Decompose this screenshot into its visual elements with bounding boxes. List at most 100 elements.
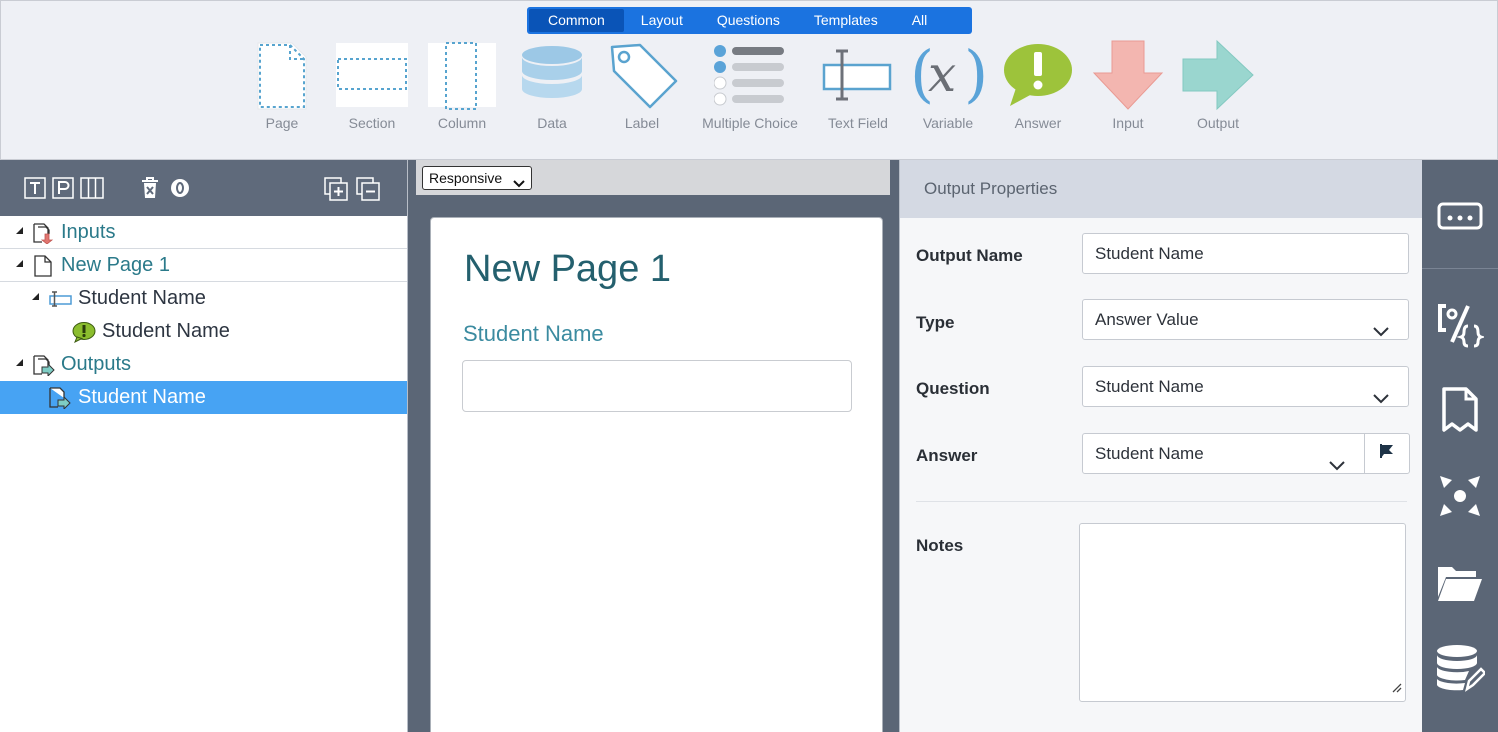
sidebar-files[interactable]	[1422, 546, 1498, 622]
answer-value: Student Name	[1095, 444, 1204, 463]
tag-icon	[602, 37, 682, 113]
sidebar-data-sources[interactable]	[1422, 632, 1498, 708]
sidebar-navigation[interactable]	[1422, 460, 1498, 536]
tree-item-label: Student Name	[78, 287, 206, 309]
tool-answer[interactable]: Answer	[993, 37, 1083, 131]
tree-item-label: Inputs	[61, 220, 116, 243]
field-properties-icon	[1437, 199, 1483, 238]
view-mode-value: Responsive	[429, 170, 503, 186]
answer-bubble-icon	[72, 321, 96, 349]
bookmark-icon	[1440, 386, 1480, 439]
chevron-down-icon	[513, 173, 525, 195]
collapse-triangle-icon[interactable]	[32, 293, 39, 300]
tab-all[interactable]: All	[895, 9, 945, 32]
sidebar-bookmarks[interactable]	[1422, 374, 1498, 450]
tool-text-field-label: Text Field	[828, 115, 888, 131]
page-title: New Page 1	[464, 248, 672, 290]
expand-all-icon[interactable]	[324, 177, 348, 206]
type-select[interactable]: Answer Value	[1082, 299, 1409, 340]
tool-variable[interactable]: ( x ) Variable	[903, 37, 993, 131]
resize-grip-icon[interactable]	[1390, 680, 1402, 698]
right-arrow-icon	[1178, 37, 1258, 113]
trash-icon[interactable]	[140, 177, 160, 204]
outline-panel: Inputs New Page 1 Student Name Student N…	[0, 160, 408, 732]
notes-textarea[interactable]	[1079, 523, 1406, 702]
section-icon	[332, 37, 412, 113]
question-select[interactable]: Student Name	[1082, 366, 1409, 407]
tool-multiple-choice[interactable]: Multiple Choice	[687, 37, 813, 131]
text-field-icon	[48, 290, 72, 314]
page-icon	[34, 255, 52, 283]
tree-item-outputs[interactable]: Outputs	[0, 348, 407, 381]
collapse-triangle-icon[interactable]	[16, 260, 23, 267]
type-value: Answer Value	[1095, 310, 1199, 329]
collapse-all-icon[interactable]	[356, 177, 380, 206]
output-name-label: Output Name	[916, 246, 1023, 265]
output-icon	[48, 387, 72, 415]
navigation-icon	[1436, 472, 1484, 525]
outline-toolbar	[0, 160, 407, 216]
student-name-input-preview[interactable]	[462, 360, 852, 412]
database-edit-icon	[1435, 643, 1487, 698]
flag-icon	[1379, 443, 1395, 464]
column-mode-icon[interactable]	[80, 177, 104, 204]
sidebar-field-properties[interactable]	[1422, 180, 1498, 256]
tool-text-field[interactable]: Text Field	[813, 37, 903, 131]
down-arrow-icon	[1088, 37, 1168, 113]
tool-label[interactable]: Label	[597, 37, 687, 131]
tree-item-answer[interactable]: Student Name	[0, 315, 407, 348]
toggle-icon[interactable]	[170, 177, 190, 204]
tool-output[interactable]: Output	[1173, 37, 1263, 131]
properties-panel: Output Properties Output Name Student Na…	[899, 160, 1422, 732]
field-label: Student Name	[463, 321, 604, 346]
tool-data-label: Data	[537, 115, 567, 131]
text-field-icon	[818, 37, 898, 113]
tree-item-page[interactable]: New Page 1	[0, 249, 407, 282]
view-mode-select[interactable]: Responsive	[422, 166, 532, 190]
go-to-answer-button[interactable]	[1364, 433, 1410, 474]
tab-templates[interactable]: Templates	[797, 9, 895, 32]
toolbar-tabs: Common Layout Questions Templates All	[527, 7, 972, 34]
chevron-down-icon	[1372, 313, 1390, 352]
tool-page[interactable]: Page	[237, 37, 327, 131]
list-icon	[710, 37, 790, 113]
page-canvas: Responsive New Page 1 Student Name	[409, 160, 898, 732]
answer-select[interactable]: Student Name	[1082, 433, 1365, 474]
answer-label: Answer	[916, 446, 978, 465]
chevron-down-icon	[1328, 447, 1346, 486]
tree-item-text-field[interactable]: Student Name	[0, 282, 407, 315]
tool-section[interactable]: Section	[327, 37, 417, 131]
collapse-triangle-icon[interactable]	[16, 359, 23, 366]
column-icon	[422, 37, 502, 113]
output-name-field[interactable]: Student Name	[1082, 233, 1409, 274]
tree-item-output-selected[interactable]: Student Name	[0, 381, 407, 414]
tool-multiple-choice-label: Multiple Choice	[702, 115, 798, 131]
section-divider	[916, 501, 1407, 502]
tool-palette: Page Section Column Data Label Multiple …	[237, 37, 1263, 131]
page-icon	[242, 37, 322, 113]
title-mode-icon[interactable]	[24, 177, 46, 204]
tool-input[interactable]: Input	[1083, 37, 1173, 131]
type-label: Type	[916, 313, 955, 332]
tab-layout[interactable]: Layout	[624, 9, 700, 32]
tool-data[interactable]: Data	[507, 37, 597, 131]
tab-common[interactable]: Common	[529, 9, 624, 32]
tool-column-label: Column	[437, 115, 487, 131]
tool-column[interactable]: Column	[417, 37, 507, 131]
right-sidebar	[1422, 160, 1498, 732]
tool-section-label: Section	[348, 115, 396, 131]
tree-item-label: Student Name	[78, 386, 206, 408]
tree-item-inputs[interactable]: Inputs	[0, 216, 407, 249]
collapse-triangle-icon[interactable]	[16, 227, 23, 234]
tree-item-label: Outputs	[61, 353, 132, 375]
svg-text:): )	[964, 39, 986, 110]
tool-answer-label: Answer	[1014, 115, 1062, 131]
sidebar-variables[interactable]	[1422, 288, 1498, 364]
outputs-folder-icon	[32, 354, 56, 382]
variables-icon	[1436, 300, 1486, 353]
database-icon	[512, 37, 592, 113]
inputs-folder-icon	[32, 222, 54, 250]
page-mode-icon[interactable]	[52, 177, 74, 204]
folder-icon	[1436, 561, 1484, 608]
tab-questions[interactable]: Questions	[700, 9, 797, 32]
